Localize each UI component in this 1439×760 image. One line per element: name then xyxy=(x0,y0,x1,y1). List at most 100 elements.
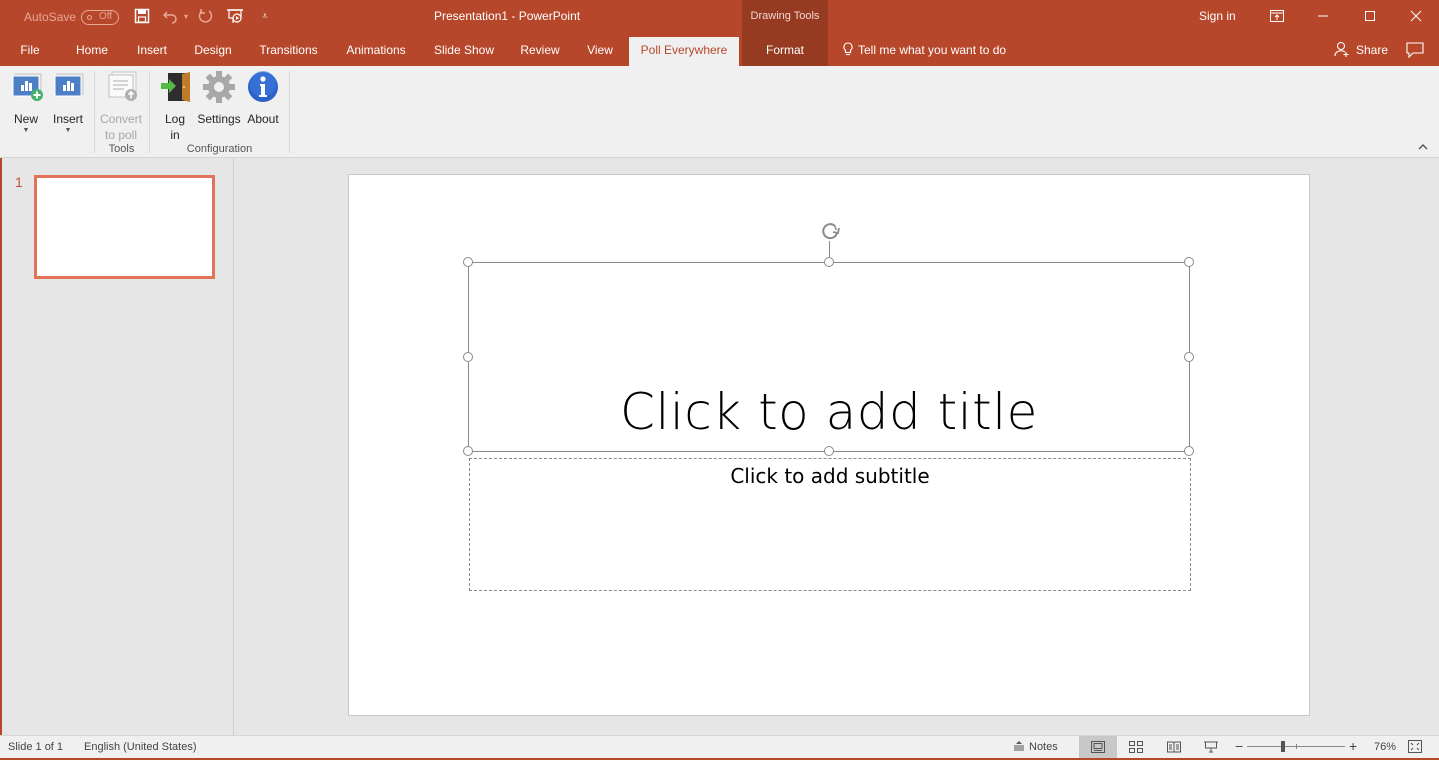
powerpoint-window: AutoSave Off ▾ ⩡ Presentation1 - PowerPo… xyxy=(0,0,1439,760)
title-placeholder[interactable]: Click to add title xyxy=(468,262,1190,452)
about-button[interactable]: About xyxy=(243,70,283,127)
resize-handle-bottom-right[interactable] xyxy=(1184,446,1194,456)
slide-thumbnail-pane: 1 xyxy=(2,158,234,735)
log-in-line2: in xyxy=(170,128,180,142)
customize-qat-button[interactable]: ⩡ xyxy=(256,8,274,26)
fit-slide-button[interactable] xyxy=(1408,740,1422,756)
slide-editor: Click to add title Click to add subtitle xyxy=(234,158,1439,735)
convert-to-poll-icon xyxy=(108,71,137,101)
share-button[interactable]: Share xyxy=(1334,37,1388,66)
ribbon-tabs: File Home Insert Design Transitions Anim… xyxy=(0,34,1439,66)
close-icon xyxy=(1410,10,1422,22)
share-person-icon xyxy=(1334,41,1349,57)
reading-view-icon xyxy=(1167,741,1181,753)
tab-transitions[interactable]: Transitions xyxy=(252,37,325,66)
slide-sorter-icon xyxy=(1129,741,1143,753)
tab-insert[interactable]: Insert xyxy=(130,37,174,66)
collapse-ribbon-button[interactable] xyxy=(1418,143,1430,153)
tab-slide-show[interactable]: Slide Show xyxy=(427,37,501,66)
convert-line2: to poll xyxy=(104,128,138,142)
undo-button[interactable] xyxy=(161,8,179,26)
normal-view-button[interactable] xyxy=(1079,736,1117,758)
title-bar: AutoSave Off ▾ ⩡ Presentation1 - PowerPo… xyxy=(0,0,1439,34)
title-placeholder-text: Click to add title xyxy=(620,383,1038,441)
dropdown-arrow-icon: ▼ xyxy=(22,127,30,134)
settings-label: Settings xyxy=(197,112,241,126)
minimize-button[interactable] xyxy=(1300,0,1346,32)
slide-show-icon xyxy=(1204,741,1218,753)
subtitle-placeholder[interactable]: Click to add subtitle xyxy=(469,458,1191,591)
resize-handle-top-right[interactable] xyxy=(1184,257,1194,267)
tab-file[interactable]: File xyxy=(10,37,50,66)
slide-canvas[interactable]: Click to add title Click to add subtitle xyxy=(348,174,1310,716)
zoom-out-button[interactable]: − xyxy=(1235,738,1243,754)
zoom-in-button[interactable]: + xyxy=(1349,738,1357,754)
zoom-percent[interactable]: 76% xyxy=(1374,741,1396,753)
comments-button[interactable] xyxy=(1406,42,1424,60)
zoom-slider-thumb[interactable] xyxy=(1281,741,1285,752)
tell-me-search[interactable]: Tell me what you want to do xyxy=(842,37,1006,66)
resize-handle-top-left[interactable] xyxy=(463,257,473,267)
resize-handle-right[interactable] xyxy=(1184,352,1194,362)
maximize-button[interactable] xyxy=(1347,0,1393,32)
notes-icon xyxy=(1014,741,1024,751)
redo-button[interactable] xyxy=(196,8,214,26)
tell-me-text: Tell me what you want to do xyxy=(858,43,1007,57)
slide-show-view-button[interactable] xyxy=(1192,736,1230,758)
new-poll-button[interactable]: New ▼ xyxy=(6,70,46,135)
log-in-door-icon xyxy=(161,72,190,102)
tab-animations[interactable]: Animations xyxy=(337,37,415,66)
workspace: 1 Click to add title Click to add subtit… xyxy=(0,158,1439,735)
autosave-state: Off xyxy=(99,11,113,22)
subtitle-placeholder-text: Click to add subtitle xyxy=(730,464,930,488)
convert-to-poll-button[interactable]: Convert to poll xyxy=(97,70,145,143)
close-button[interactable] xyxy=(1393,0,1439,32)
language-indicator[interactable]: English (United States) xyxy=(84,741,197,753)
rotate-icon[interactable] xyxy=(819,220,843,242)
notes-button[interactable]: Notes xyxy=(1013,740,1058,753)
resize-handle-top[interactable] xyxy=(824,257,834,267)
tab-review[interactable]: Review xyxy=(513,37,567,66)
tab-home[interactable]: Home xyxy=(67,37,117,66)
group-label-configuration: Configuration xyxy=(186,143,253,155)
log-in-button[interactable]: Log in xyxy=(155,70,195,143)
group-separator xyxy=(149,71,150,153)
slide-sorter-view-button[interactable] xyxy=(1117,736,1155,758)
tab-design[interactable]: Design xyxy=(188,37,238,66)
document-title: Presentation1 - PowerPoint xyxy=(434,9,581,23)
about-label: About xyxy=(247,112,279,126)
settings-button[interactable]: Settings xyxy=(196,70,242,127)
autosave-toggle[interactable]: Off xyxy=(81,10,119,25)
maximize-icon xyxy=(1365,11,1375,21)
ribbon-display-options-icon xyxy=(1270,10,1284,22)
resize-handle-left[interactable] xyxy=(463,352,473,362)
share-label: Share xyxy=(1356,43,1389,57)
undo-icon xyxy=(162,11,177,24)
start-from-beginning-button[interactable] xyxy=(226,8,244,26)
tab-view[interactable]: View xyxy=(579,37,621,66)
autosave-label: AutoSave xyxy=(24,10,77,24)
new-poll-icon xyxy=(12,73,43,101)
new-poll-label: New xyxy=(13,112,38,126)
tab-poll-everywhere[interactable]: Poll Everywhere xyxy=(629,37,739,66)
resize-handle-bottom[interactable] xyxy=(824,446,834,456)
resize-handle-bottom-left[interactable] xyxy=(463,446,473,456)
group-separator xyxy=(289,71,290,153)
lightbulb-icon xyxy=(843,42,853,56)
customize-qat-icon: ⩡ xyxy=(262,11,268,22)
sign-in-link[interactable]: Sign in xyxy=(1199,9,1236,23)
undo-dropdown[interactable]: ▾ xyxy=(181,8,191,26)
info-icon xyxy=(248,71,278,102)
slide-thumbnail[interactable] xyxy=(34,175,215,279)
insert-poll-button[interactable]: Insert ▼ xyxy=(48,70,88,135)
minimize-icon xyxy=(1318,15,1328,17)
save-button[interactable] xyxy=(133,8,151,26)
ribbon-display-options-button[interactable] xyxy=(1254,0,1300,32)
log-in-line1: Log xyxy=(164,112,186,126)
fit-to-window-icon xyxy=(1408,740,1422,753)
slide-counter: Slide 1 of 1 xyxy=(8,741,64,753)
tab-format[interactable]: Format xyxy=(742,37,828,66)
normal-view-icon xyxy=(1091,741,1105,753)
reading-view-button[interactable] xyxy=(1155,736,1193,758)
zoom-slider-midpoint xyxy=(1296,744,1297,749)
